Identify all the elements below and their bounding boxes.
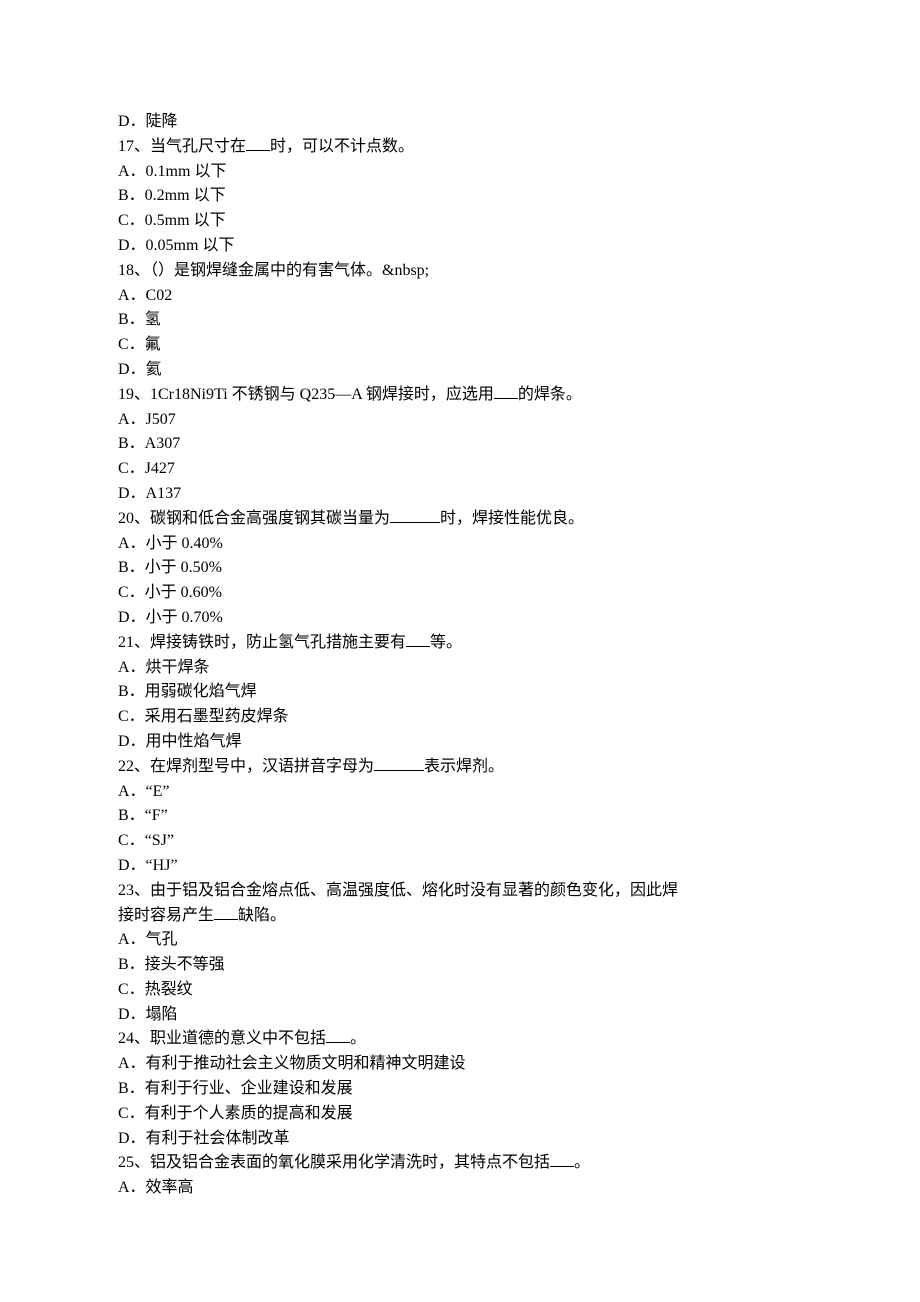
q23-option-d: D．塌陷 [118,1003,802,1028]
q22-option-b: B．“F” [118,804,802,829]
q21-option-b: B．用弱碳化焰气焊 [118,680,802,705]
q22-option-d: D．“HJ” [118,854,802,879]
q24-stem-post: 。 [350,1030,366,1047]
q22-blank [374,755,424,771]
q21-stem-post: 等。 [430,634,462,651]
q25-blank [550,1151,574,1167]
q20-stem: 20、碳钢和低合金高强度钢其碳当量为 时，焊接性能优良。 [118,507,802,532]
q24-option-b: B．有利于行业、企业建设和发展 [118,1077,802,1102]
q21-option-d: D．用中性焰气焊 [118,730,802,755]
q19-option-d: D．A137 [118,482,802,507]
q17-option-c: C．0.5mm 以下 [118,209,802,234]
q19-stem-post: 的焊条。 [518,386,582,403]
q18-stem: 18、（）是钢焊缝金属中的有害气体。&nbsp; [118,259,802,284]
q20-blank [390,507,440,523]
q23-blank [214,904,238,920]
q21-option-a: A．烘干焊条 [118,656,802,681]
q25-stem-pre: 25、铝及铝合金表面的氧化膜采用化学清洗时，其特点不包括 [118,1154,550,1171]
q23-option-c: C．热裂纹 [118,978,802,1003]
q25-stem: 25、铝及铝合金表面的氧化膜采用化学清洗时，其特点不包括 。 [118,1151,802,1176]
q21-option-c: C．采用石墨型药皮焊条 [118,705,802,730]
q23-stem-line2-pre: 接时容易产生 [118,907,214,924]
q22-stem-post: 表示焊剂。 [424,758,504,775]
q22-stem: 22、在焊剂型号中，汉语拼音字母为 表示焊剂。 [118,755,802,780]
q17-stem: 17、当气孔尺寸在 时，可以不计点数。 [118,135,802,160]
q24-option-c: C．有利于个人素质的提高和发展 [118,1102,802,1127]
q17-option-d: D．0.05mm 以下 [118,234,802,259]
q18-option-b: B．氢 [118,308,802,333]
q17-stem-post: 时，可以不计点数。 [270,138,414,155]
q18-option-a: A．C02 [118,284,802,309]
q17-option-a: A．0.1mm 以下 [118,160,802,185]
q21-stem-pre: 21、焊接铸铁时，防止氢气孔措施主要有 [118,634,406,651]
q23-option-b: B．接头不等强 [118,953,802,978]
q22-option-a: A．“E” [118,780,802,805]
q24-option-a: A．有利于推动社会主义物质文明和精神文明建设 [118,1052,802,1077]
q19-option-c: C．J427 [118,457,802,482]
q20-option-d: D．小于 0.70% [118,606,802,631]
q24-stem: 24、职业道德的意义中不包括 。 [118,1027,802,1052]
q18-option-c: C．氟 [118,333,802,358]
q19-stem: 19、1Cr18Ni9Ti 不锈钢与 Q235—A 钢焊接时，应选用 的焊条。 [118,383,802,408]
q22-option-c: C．“SJ” [118,829,802,854]
q23-option-a: A．气孔 [118,928,802,953]
q24-stem-pre: 24、职业道德的意义中不包括 [118,1030,326,1047]
q25-stem-post: 。 [574,1154,590,1171]
q20-option-b: B．小于 0.50% [118,556,802,581]
q23-stem-line2-post: 缺陷。 [238,907,286,924]
q24-blank [326,1027,350,1043]
q16-option-d: D．陡降 [118,110,802,135]
q17-blank [246,135,270,151]
q23-stem-line1: 23、由于铝及铝合金熔点低、高温强度低、熔化时没有显著的颜色变化，因此焊 [118,879,802,904]
q21-blank [406,631,430,647]
q21-stem: 21、焊接铸铁时，防止氢气孔措施主要有 等。 [118,631,802,656]
q20-stem-post: 时，焊接性能优良。 [440,510,584,527]
q22-stem-pre: 22、在焊剂型号中，汉语拼音字母为 [118,758,374,775]
q17-option-b: B．0.2mm 以下 [118,184,802,209]
q20-option-a: A．小于 0.40% [118,532,802,557]
q24-option-d: D．有利于社会体制改革 [118,1127,802,1152]
q20-stem-pre: 20、碳钢和低合金高强度钢其碳当量为 [118,510,390,527]
q19-option-b: B．A307 [118,432,802,457]
q19-option-a: A．J507 [118,408,802,433]
q18-option-d: D．氦 [118,358,802,383]
q20-option-c: C．小于 0.60% [118,581,802,606]
q19-blank [494,383,518,399]
q25-option-a: A．效率高 [118,1176,802,1201]
q17-stem-pre: 17、当气孔尺寸在 [118,138,246,155]
q19-stem-pre: 19、1Cr18Ni9Ti 不锈钢与 Q235—A 钢焊接时，应选用 [118,386,494,403]
q23-stem-line2: 接时容易产生 缺陷。 [118,904,802,929]
